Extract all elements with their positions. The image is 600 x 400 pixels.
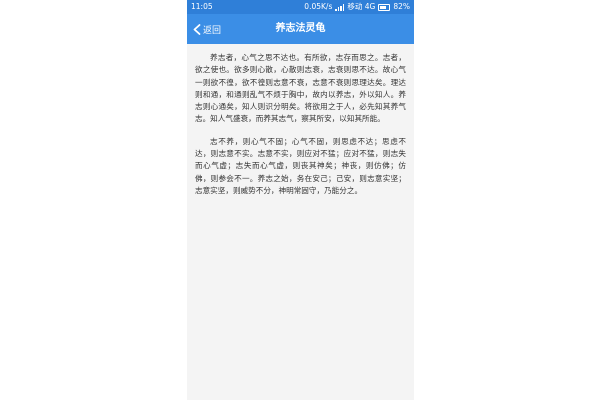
- status-bar: 11:05 0.05K/s 移动 4G 82%: [187, 0, 414, 14]
- back-button[interactable]: 返回: [193, 14, 221, 44]
- back-label: 返回: [203, 25, 222, 36]
- status-indicators: 0.05K/s 移动 4G 82%: [304, 0, 410, 14]
- network-speed: 0.05K/s: [304, 2, 333, 11]
- nav-bar: 返回 养志法灵龟: [187, 14, 414, 44]
- page-title: 养志法灵龟: [275, 23, 326, 34]
- article-body: 养志者，心气之思不达也。有所欲，志存而思之。志者，欲之使也。欲多则心散，心散则志…: [187, 44, 414, 197]
- battery-percent: 82%: [393, 2, 410, 11]
- battery-icon: [378, 3, 391, 11]
- phone-screen: 11:05 0.05K/s 移动 4G 82% 返回 养志法灵龟 养志者，心气之…: [187, 0, 414, 400]
- paragraph: 志不养，则心气不固；心气不固，则思虑不达；思虑不达，则志意不实。志意不实，则应对…: [195, 136, 406, 195]
- chevron-left-icon: [193, 23, 201, 35]
- carrier-label: 移动 4G: [347, 2, 376, 11]
- status-time: 11:05: [191, 2, 213, 11]
- paragraph: 养志者，心气之思不达也。有所欲，志存而思之。志者，欲之使也。欲多则心散，心散则志…: [195, 53, 406, 124]
- signal-icon: [335, 3, 345, 11]
